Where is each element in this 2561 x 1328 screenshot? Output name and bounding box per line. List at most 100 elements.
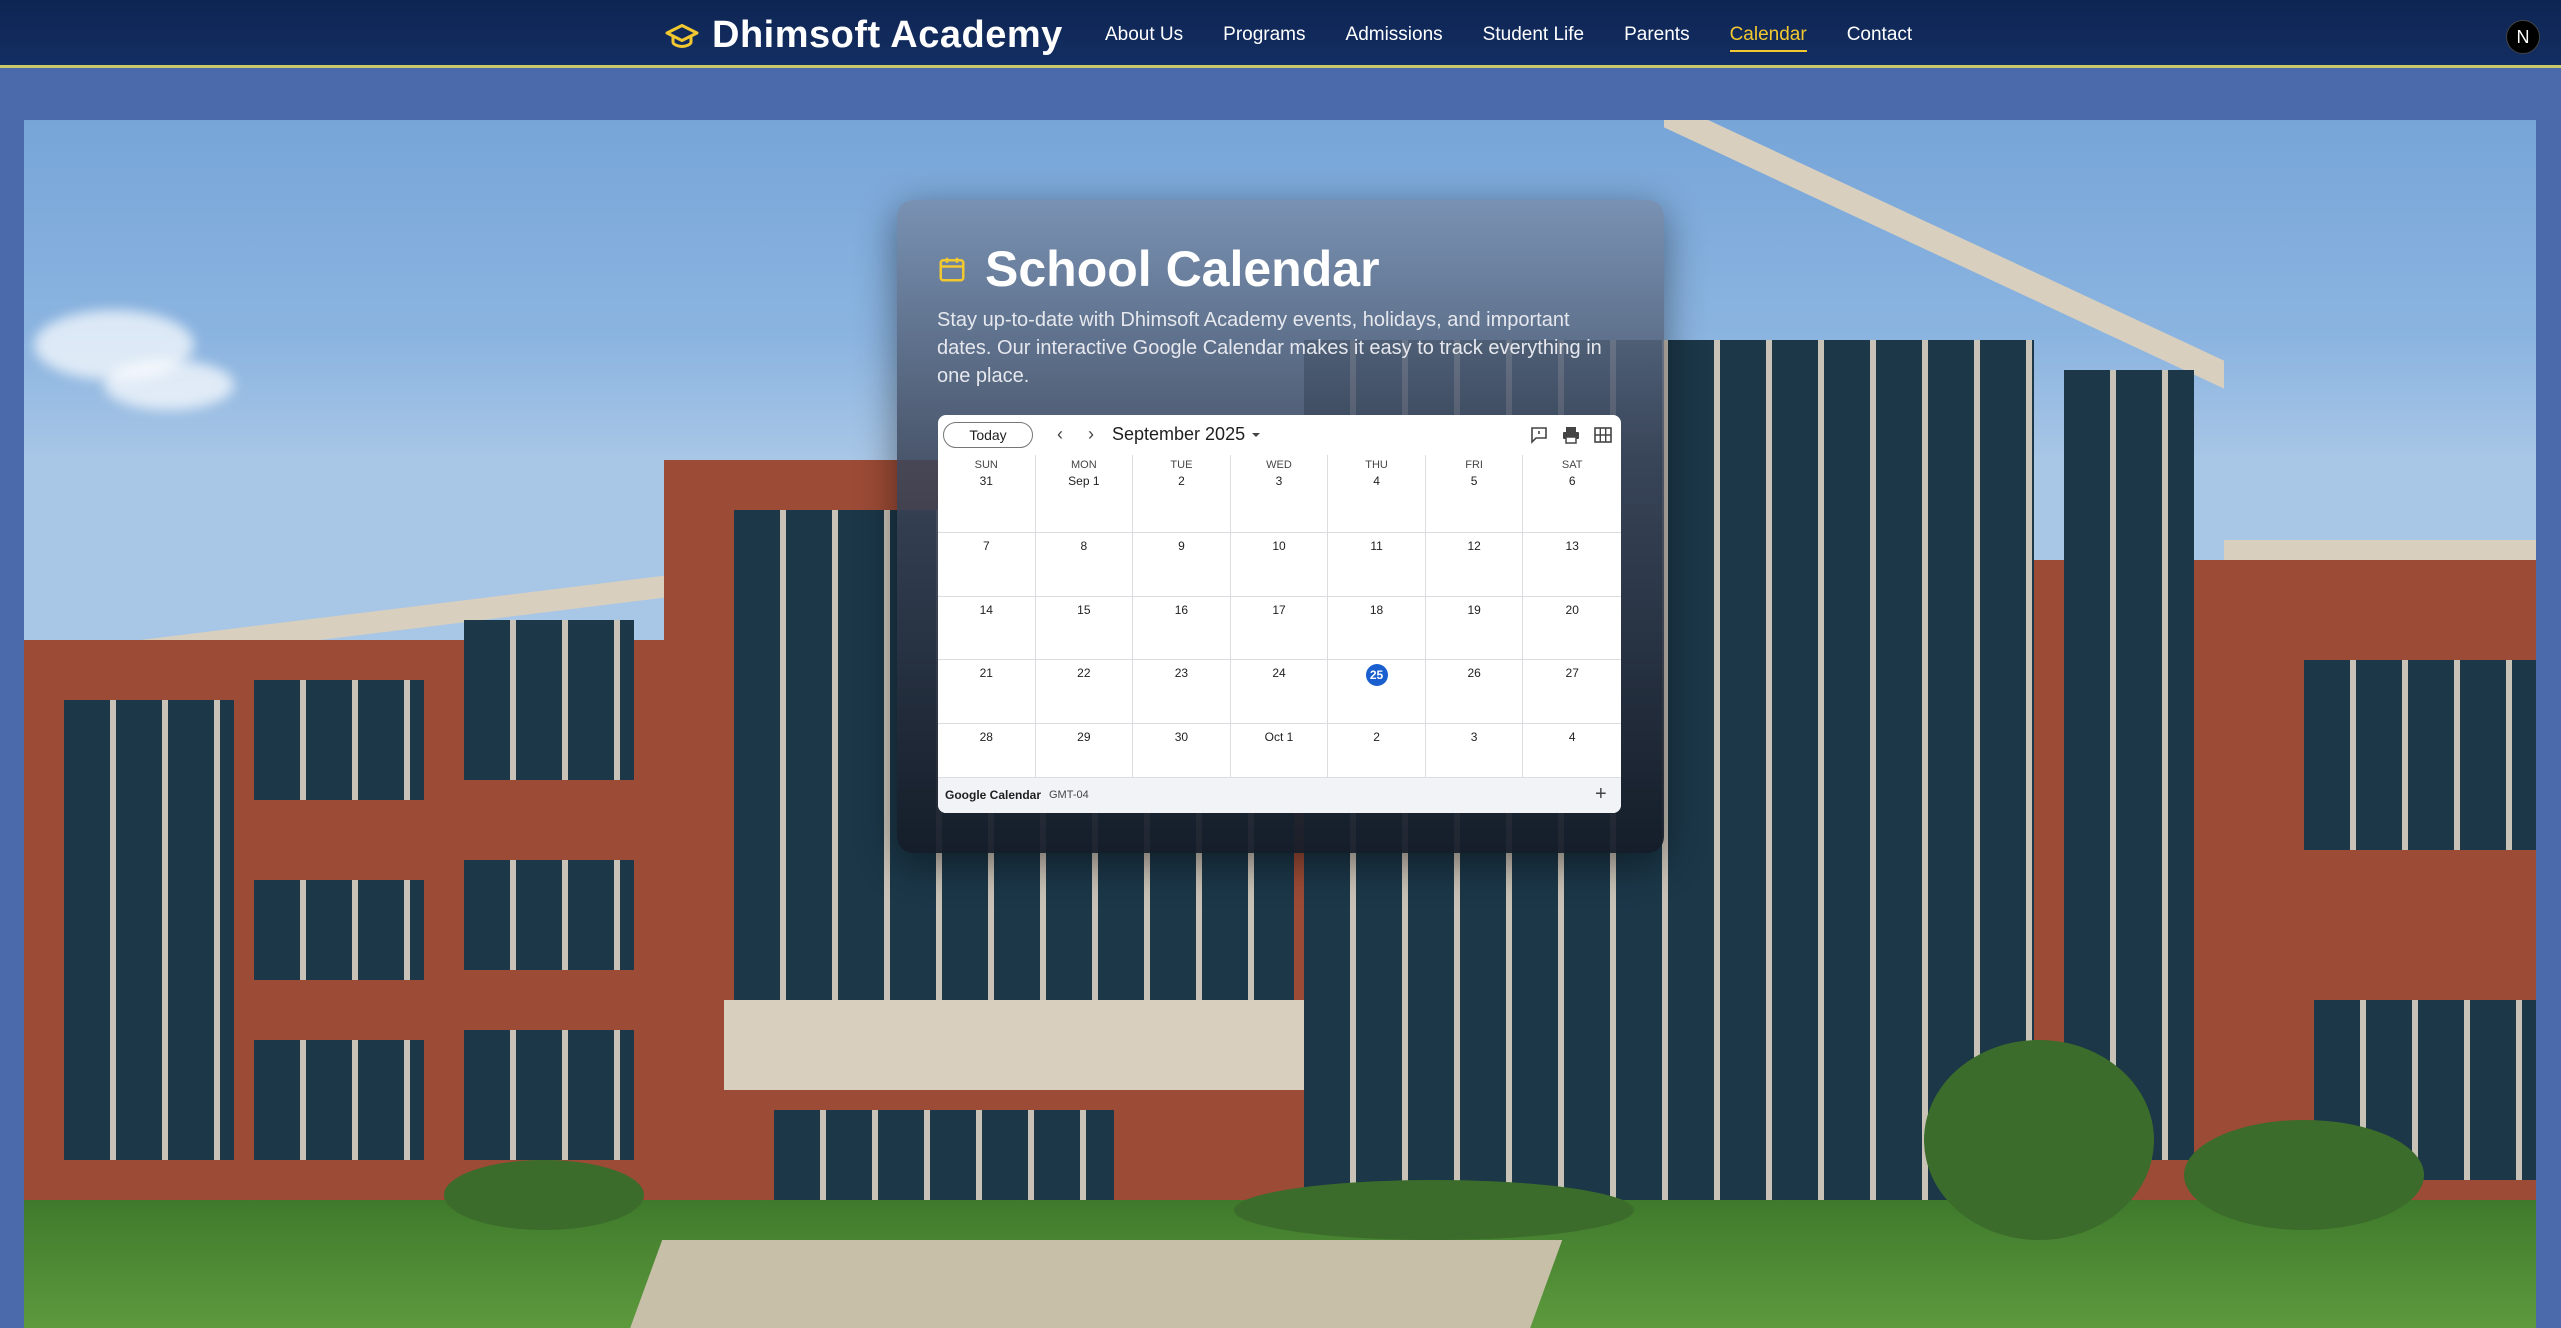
- day-number: 28: [979, 730, 993, 744]
- brand-name: Dhimsoft Academy: [712, 14, 1063, 56]
- nav-programs[interactable]: Programs: [1223, 24, 1305, 52]
- walkway: [625, 1240, 1563, 1328]
- nav-parents[interactable]: Parents: [1624, 24, 1689, 52]
- day-cell[interactable]: 15: [1035, 597, 1134, 660]
- day-cell[interactable]: FRI 5: [1425, 455, 1524, 533]
- day-cell[interactable]: 21: [938, 660, 1036, 724]
- day-number: 26: [1467, 666, 1481, 680]
- window-bank: [254, 1040, 424, 1160]
- window-bank: [2064, 370, 2194, 1160]
- day-cell[interactable]: 11: [1328, 533, 1426, 597]
- day-cell[interactable]: 18: [1328, 597, 1426, 660]
- day-number: 14: [979, 603, 993, 617]
- day-cell[interactable]: 8: [1035, 533, 1134, 597]
- window-bank: [464, 620, 634, 780]
- day-cell[interactable]: MON Sep 1: [1035, 455, 1134, 533]
- month-label: September 2025: [1112, 424, 1246, 444]
- print-icon[interactable]: [1561, 425, 1581, 445]
- day-number: 17: [1272, 603, 1286, 617]
- calendar-footer: Google Calendar GMT-04 +: [938, 777, 1621, 813]
- nav-about-us[interactable]: About Us: [1105, 24, 1183, 52]
- day-number: 23: [1174, 666, 1189, 680]
- day-cell[interactable]: 12: [1425, 533, 1524, 597]
- day-cell[interactable]: WED 3: [1230, 455, 1329, 533]
- day-cell[interactable]: 27: [1523, 660, 1621, 724]
- card-description: Stay up-to-date with Dhimsoft Academy ev…: [937, 309, 1602, 387]
- day-number: 30: [1174, 730, 1189, 744]
- page-title: School Calendar: [985, 241, 1380, 297]
- day-cell[interactable]: 19: [1425, 597, 1524, 660]
- day-number: 27: [1565, 666, 1579, 680]
- month-selector[interactable]: September 2025: [1112, 424, 1261, 445]
- day-number: 3: [1470, 730, 1478, 744]
- today-day-number: 25: [1365, 664, 1388, 686]
- day-number: 20: [1565, 603, 1579, 617]
- day-cell[interactable]: 25: [1328, 660, 1426, 724]
- window-bank: [2304, 660, 2536, 850]
- day-number: 2: [1373, 730, 1380, 744]
- card-header: School Calendar: [937, 240, 1380, 298]
- next-month-icon[interactable]: ›: [1081, 424, 1101, 444]
- day-number: Oct 1: [1264, 730, 1294, 744]
- nav-contact[interactable]: Contact: [1847, 24, 1912, 52]
- window-bank: [464, 860, 634, 970]
- day-cell[interactable]: SUN 31: [938, 455, 1036, 533]
- day-cell[interactable]: 23: [1133, 660, 1231, 724]
- google-calendar-embed[interactable]: Today ‹ › September 2025 SUN 31 MON Sep …: [938, 415, 1621, 813]
- google-calendar-link[interactable]: Google Calendar: [945, 788, 1041, 802]
- dropdown-arrow-icon: [1252, 432, 1261, 437]
- day-cell[interactable]: 20: [1523, 597, 1621, 660]
- top-navbar: Dhimsoft Academy About Us Programs Admis…: [0, 0, 2561, 68]
- day-cell[interactable]: 10: [1230, 533, 1329, 597]
- nav-admissions[interactable]: Admissions: [1346, 24, 1443, 52]
- day-number: 10: [1272, 539, 1286, 553]
- hedge: [444, 1160, 644, 1230]
- timezone-label: GMT-04: [1049, 789, 1089, 801]
- day-number: Sep 1: [1068, 474, 1100, 488]
- day-number: 4: [1373, 474, 1380, 488]
- day-number: 11: [1370, 539, 1383, 553]
- day-cell[interactable]: THU 4: [1328, 455, 1426, 533]
- cloud: [104, 360, 234, 410]
- main-menu: About Us Programs Admissions Student Lif…: [1105, 24, 1952, 52]
- day-cell[interactable]: TUE 2: [1133, 455, 1231, 533]
- window-bank: [254, 880, 424, 980]
- tree: [1924, 1040, 2154, 1240]
- calendar-icon: [939, 257, 965, 282]
- day-number: 29: [1077, 730, 1091, 744]
- day-number: 24: [1272, 666, 1286, 680]
- day-cell[interactable]: 24: [1230, 660, 1329, 724]
- day-cell[interactable]: SAT 6: [1523, 455, 1621, 533]
- nav-student-life[interactable]: Student Life: [1483, 24, 1584, 52]
- hedge: [2184, 1120, 2424, 1230]
- day-number: 3: [1275, 474, 1283, 488]
- prev-month-icon[interactable]: ‹: [1050, 424, 1070, 444]
- day-cell[interactable]: 17: [1230, 597, 1329, 660]
- day-cell[interactable]: 22: [1035, 660, 1134, 724]
- today-button[interactable]: Today: [943, 422, 1033, 448]
- day-cell[interactable]: 9: [1133, 533, 1231, 597]
- day-cell[interactable]: 7: [938, 533, 1036, 597]
- weekday-label: SUN: [974, 459, 998, 471]
- month-grid: SUN 31 MON Sep 1 TUE 2 WED 3 THU 4 FRI 5 SAT 6 7 8 9 10 11…: [938, 455, 1621, 788]
- nav-calendar[interactable]: Calendar: [1729, 24, 1807, 52]
- window-bank: [64, 700, 234, 1160]
- day-number: 6: [1568, 474, 1576, 488]
- add-calendar-icon[interactable]: +: [1595, 783, 1607, 806]
- weekday-label: THU: [1365, 459, 1388, 471]
- day-cell[interactable]: 13: [1523, 533, 1621, 597]
- day-cell[interactable]: 26: [1425, 660, 1524, 724]
- weekday-label: MON: [1071, 459, 1097, 471]
- entrance-doors: [774, 1110, 1114, 1200]
- day-cell[interactable]: 16: [1133, 597, 1231, 660]
- view-grid-icon[interactable]: [1593, 425, 1613, 445]
- day-cell[interactable]: 14: [938, 597, 1036, 660]
- calendar-toolbar: Today ‹ › September 2025: [938, 415, 1621, 455]
- day-number: 22: [1077, 666, 1091, 680]
- weekday-label: WED: [1266, 459, 1292, 471]
- brand-logo[interactable]: Dhimsoft Academy: [664, 14, 1063, 57]
- user-avatar[interactable]: N: [2506, 20, 2540, 54]
- day-number: 15: [1077, 603, 1091, 617]
- feedback-icon[interactable]: [1529, 425, 1549, 445]
- day-number: 9: [1178, 539, 1185, 553]
